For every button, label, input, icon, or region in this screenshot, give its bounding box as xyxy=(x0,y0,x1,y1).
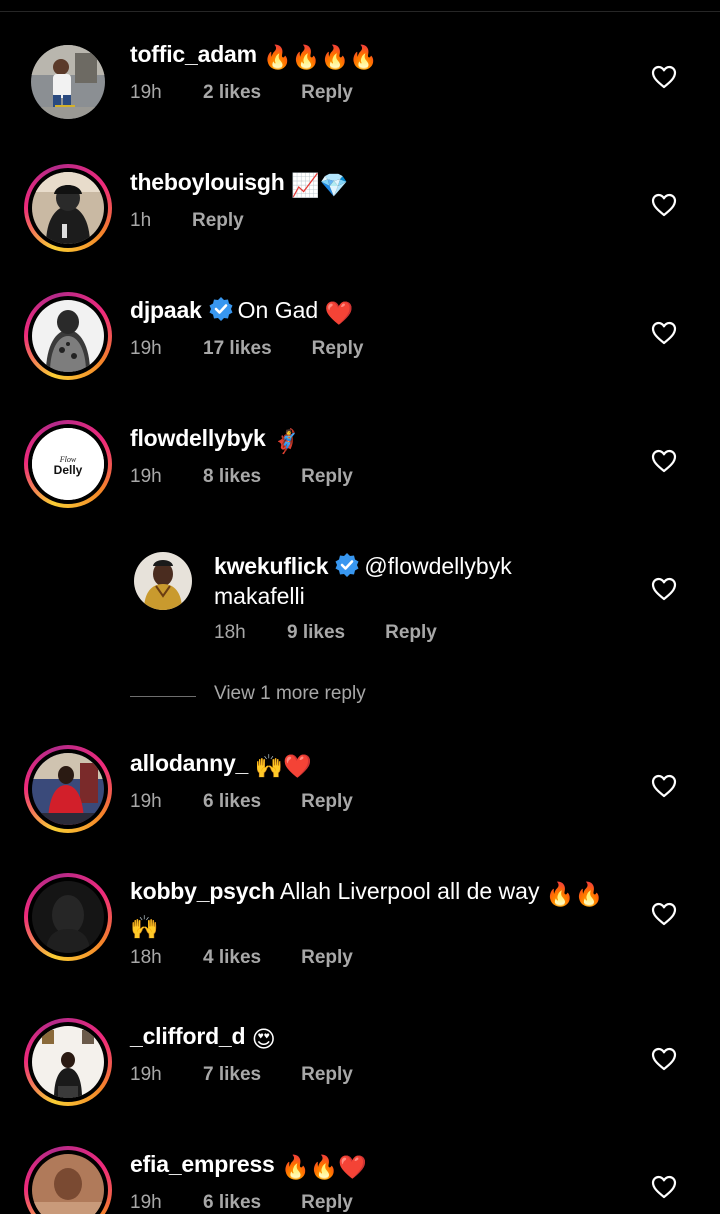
avatar-image xyxy=(32,753,104,825)
comment-likes[interactable]: 9 likes xyxy=(287,622,345,644)
avatar-image xyxy=(134,552,192,610)
comment-meta: 18h 4 likes Reply xyxy=(130,947,353,969)
comment-meta: 19h 7 likes Reply xyxy=(130,1064,353,1086)
comment-meta: 19h 2 likes Reply xyxy=(130,82,353,104)
heart-outline-icon[interactable] xyxy=(651,774,677,798)
reply-button[interactable]: Reply xyxy=(301,466,353,488)
avatar-image xyxy=(32,172,104,244)
heart-outline-icon[interactable] xyxy=(651,902,677,926)
reply-button[interactable]: Reply xyxy=(192,210,244,232)
comment-username[interactable]: efia_empress xyxy=(130,1151,275,1177)
top-divider xyxy=(0,11,720,12)
comment-meta: 19h 6 likes Reply xyxy=(130,791,353,813)
praise-emoji: 🙌 xyxy=(130,914,159,940)
superhero-emoji: 🦸 xyxy=(272,428,301,454)
comment-text: allodanny_ 🙌❤️ xyxy=(130,748,610,781)
heart-eyes-emoji: 😍 xyxy=(251,1026,276,1052)
comment-body: makafelli xyxy=(214,583,305,609)
avatar-image xyxy=(31,45,105,119)
avatar[interactable] xyxy=(24,292,112,380)
comment-likes[interactable]: 7 likes xyxy=(203,1064,261,1086)
avatar[interactable] xyxy=(24,873,112,961)
comment-likes[interactable]: 6 likes xyxy=(203,791,261,813)
reply-button[interactable]: Reply xyxy=(301,947,353,969)
reply-button[interactable]: Reply xyxy=(301,1192,353,1214)
avatar[interactable] xyxy=(134,552,192,610)
praise-heart-emoji: 🙌❤️ xyxy=(254,753,312,779)
heart-outline-icon[interactable] xyxy=(651,449,677,473)
comment-time: 1h xyxy=(130,210,152,231)
comment-likes[interactable]: 17 likes xyxy=(203,338,272,360)
avatar[interactable] xyxy=(24,1018,112,1106)
heart-emoji: ❤️ xyxy=(324,300,354,326)
comment-likes[interactable]: 2 likes xyxy=(203,82,261,104)
comment-likes[interactable]: 6 likes xyxy=(203,1192,261,1214)
comment-text: efia_empress 🔥🔥❤️ xyxy=(130,1149,610,1182)
comment-time: 19h xyxy=(130,1192,162,1213)
comment-time: 18h xyxy=(130,947,162,968)
view-more-label[interactable]: View 1 more reply xyxy=(214,683,366,705)
comment-time: 19h xyxy=(130,1064,162,1085)
comment-text: djpaak On Gad ❤️ xyxy=(130,295,610,328)
comment-text: flowdellybyk 🦸 xyxy=(130,423,610,456)
heart-outline-icon[interactable] xyxy=(651,321,677,345)
comment-meta: 19h 6 likes Reply xyxy=(130,1192,353,1214)
avatar[interactable] xyxy=(24,164,112,252)
reply-button[interactable]: Reply xyxy=(301,1064,353,1086)
reply-button[interactable]: Reply xyxy=(301,82,353,104)
fire-emoji: 🔥🔥 xyxy=(545,881,604,907)
comment-time: 19h xyxy=(130,338,162,359)
comment-body: Allah Liverpool all de way xyxy=(279,878,540,904)
comment-username[interactable]: toffic_adam xyxy=(130,41,257,67)
fire-heart-emoji: 🔥🔥❤️ xyxy=(281,1154,367,1180)
comment-likes[interactable]: 4 likes xyxy=(203,947,261,969)
comment-time: 19h xyxy=(130,466,162,487)
comment-text: _clifford_d 😍 xyxy=(130,1021,610,1054)
mention-link[interactable]: @flowdellybyk xyxy=(364,553,511,579)
verified-badge-icon xyxy=(335,553,359,577)
avatar-image: Flow Delly xyxy=(32,428,104,500)
heart-outline-icon[interactable] xyxy=(651,65,677,89)
comment-username[interactable]: flowdellybyk xyxy=(130,425,266,451)
comment-meta: 19h 8 likes Reply xyxy=(130,466,353,488)
flowdelly-logo: Flow Delly xyxy=(32,428,104,500)
comment-username[interactable]: allodanny_ xyxy=(130,750,248,776)
heart-outline-icon[interactable] xyxy=(651,1047,677,1071)
heart-outline-icon[interactable] xyxy=(651,193,677,217)
chart-gem-emoji: 📈💎 xyxy=(290,172,349,198)
reply-button[interactable]: Reply xyxy=(385,622,437,644)
comment-text: kwekuflick @flowdellybyk makafelli xyxy=(214,551,614,611)
comment-text: theboylouisgh 📈💎 xyxy=(130,167,610,200)
svg-text:Delly: Delly xyxy=(54,463,83,477)
avatar[interactable]: Flow Delly xyxy=(24,420,112,508)
view-more-line xyxy=(130,696,196,697)
avatar-image xyxy=(32,1026,104,1098)
comment-text: toffic_adam 🔥🔥🔥🔥 xyxy=(130,39,610,72)
avatar-image xyxy=(32,300,104,372)
comment-username[interactable]: _clifford_d xyxy=(130,1023,246,1049)
avatar[interactable] xyxy=(24,745,112,833)
comment-time: 19h xyxy=(130,82,162,103)
comment-meta: 1h Reply xyxy=(130,210,244,232)
avatar[interactable] xyxy=(24,1146,112,1214)
comment-time: 19h xyxy=(130,791,162,812)
comment-username[interactable]: kobby_psych xyxy=(130,878,275,904)
comment-text: kobby_psych Allah Liverpool all de way 🔥… xyxy=(130,876,610,942)
comment-username[interactable]: djpaak xyxy=(130,297,202,323)
heart-outline-icon[interactable] xyxy=(651,1175,677,1199)
comment-meta: 18h 9 likes Reply xyxy=(214,622,437,644)
comment-username[interactable]: theboylouisgh xyxy=(130,169,285,195)
heart-outline-icon[interactable] xyxy=(651,577,677,601)
reply-button[interactable]: Reply xyxy=(301,791,353,813)
comment-body: On Gad xyxy=(237,297,319,323)
fire-emoji: 🔥🔥🔥🔥 xyxy=(263,44,378,70)
comment-username[interactable]: kwekuflick xyxy=(214,553,329,579)
avatar[interactable] xyxy=(24,38,112,126)
verified-badge-icon xyxy=(209,297,233,321)
avatar-image xyxy=(32,881,104,953)
comment-likes[interactable]: 8 likes xyxy=(203,466,261,488)
reply-button[interactable]: Reply xyxy=(312,338,364,360)
comment-time: 18h xyxy=(214,622,246,643)
comment-meta: 19h 17 likes Reply xyxy=(130,338,363,360)
